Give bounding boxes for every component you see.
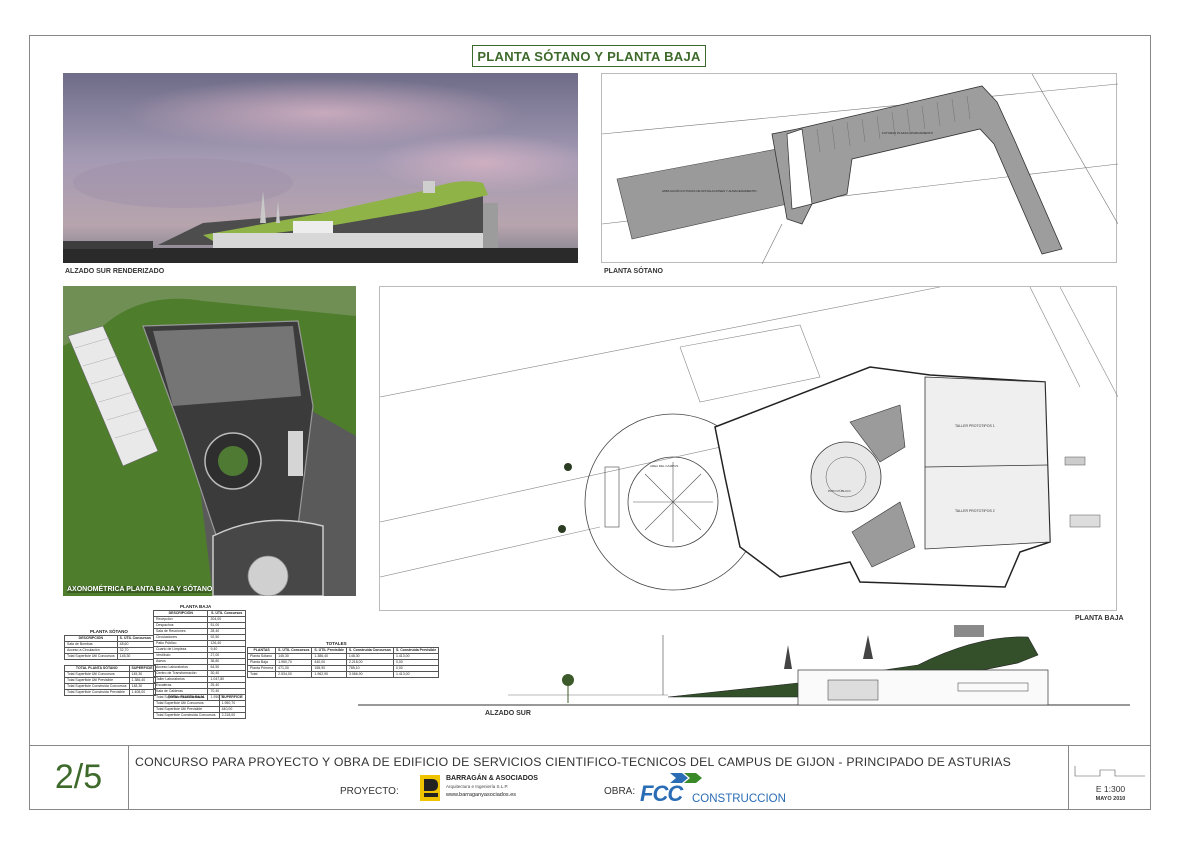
render-caption: ALZADO SUR RENDERIZADO xyxy=(65,268,165,275)
architect-url: www.barraganyasociados.es xyxy=(446,792,517,798)
basement-area-label: AMPLIACIÓN FUTURAS DE INSTALACIONES Y AL… xyxy=(662,188,757,193)
lab2-label: TALLER PROTOTIPOS 2 xyxy=(955,509,995,513)
cell: 145,30 xyxy=(116,653,154,660)
cell: Total Superficie Construida Previsible xyxy=(64,689,130,696)
header-cell: S. ÚTIL Previsible xyxy=(311,647,347,654)
contest-title: CONCURSO PARA PROYECTO Y OBRA DE EDIFICI… xyxy=(135,755,1012,769)
scale-text: E 1:300 xyxy=(1095,784,1126,794)
proyecto-label: PROYECTO: xyxy=(340,786,399,797)
header-cell: S. ÚTIL Concursos xyxy=(207,610,246,617)
ground-caption: PLANTA BAJA xyxy=(1075,615,1124,622)
patio-label: PATIO PÚBLICO xyxy=(828,488,851,493)
basement-parking-label: FUTURAS PLAZAS APARCAMIENTO xyxy=(882,131,934,135)
sotano-totals-table: TOTAL PLANTA SÓTANO SUPERFICIE Total Supe… xyxy=(64,665,156,696)
baja-totals-table: TOTAL PLANTA BAJA SUPERFICIE Total Superf… xyxy=(153,694,247,719)
architect-sub: Arquitectura e Ingeniería S.L.P. xyxy=(446,784,509,789)
header-cell: S. ÚTIL Concursos xyxy=(275,647,313,654)
ground-floor-drawing: TALLER PROTOTIPOS 1 TALLER PROTOTIPOS 2 … xyxy=(379,286,1119,591)
obra-label: OBRA: xyxy=(604,786,636,797)
baja-table: DESCRIPCIÓN S. ÚTIL Concursos Recepción 20… xyxy=(152,610,246,701)
ground-floor-plan: TALLER PROTOTIPOS 1 TALLER PROTOTIPOS 2 … xyxy=(379,286,1119,611)
cell: Planta Sótano xyxy=(246,653,277,660)
render-image xyxy=(63,73,578,263)
architect-logo-icon xyxy=(420,775,440,801)
axonometric-image: AXONOMÉTRICA PLANTA BAJA Y SÓTANO xyxy=(63,286,356,596)
cell: 2.534,00 xyxy=(275,671,313,678)
cell: Total Superficie Construida Concursos xyxy=(64,683,130,690)
cell: Planta Primera xyxy=(246,665,277,672)
sotano-table: DESCRIPCIÓN S. ÚTIL Concursos Sala de Bom… xyxy=(64,635,154,660)
sheet-title: PLANTA SÓTANO Y PLANTA BAJA xyxy=(472,45,706,67)
basement-caption: PLANTA SÓTANO xyxy=(604,268,663,275)
render-illustration xyxy=(63,73,578,263)
architect-logo: BARRAGÁN & ASOCIADOS Arquitectura e Inge… xyxy=(420,775,540,805)
header-cell: SUPERFICIE xyxy=(128,665,156,672)
cell: 1.962,90 xyxy=(311,671,347,678)
date-text: MAYO 2010 xyxy=(1095,796,1126,802)
lab1-label: TALLER PROTOTIPOS 1 xyxy=(955,424,995,428)
axo-caption: AXONOMÉTRICA PLANTA BAJA Y SÓTANO xyxy=(67,586,213,593)
builder-logo: FCC CONSTRUCCION xyxy=(640,771,790,807)
cell: Total Superficie Construida Concursos xyxy=(153,712,220,719)
south-elevation xyxy=(358,625,1130,715)
scale-bar-icon xyxy=(1074,766,1145,777)
baja-table-title: PLANTA BAJA xyxy=(180,604,212,609)
cell: Total xyxy=(246,671,277,678)
axonometric-illustration xyxy=(63,286,356,596)
plaza-label: AREA DEL CAMPUS xyxy=(650,464,678,468)
scale-block: E 1:300 MAYO 2010 xyxy=(1068,745,1151,810)
elevation-caption: ALZADO SUR xyxy=(485,710,531,717)
builder-name: CONSTRUCCION xyxy=(692,793,786,805)
sheet-number: 2/5 xyxy=(29,745,129,810)
basement-drawing: AMPLIACIÓN FUTURAS DE INSTALACIONES Y AL… xyxy=(601,73,1119,265)
totales-table-title: TOTALES xyxy=(326,641,347,646)
header-cell: SUPERFICIE xyxy=(218,694,247,701)
elevation-drawing xyxy=(358,625,1130,706)
builder-logo-text: FCC xyxy=(640,781,683,806)
cell: Total Superficie Útil Concursos xyxy=(64,653,118,660)
sotano-table-title: PLANTA SÓTANO xyxy=(90,629,128,634)
architect-name: BARRAGÁN & ASOCIADOS xyxy=(446,775,538,782)
cell: 2.218,00 xyxy=(218,712,247,719)
basement-plan: AMPLIACIÓN FUTURAS DE INSTALACIONES Y AL… xyxy=(601,73,1119,265)
header-cell: S. ÚTIL Concursos xyxy=(116,635,154,642)
cell: 1.408,00 xyxy=(128,689,156,696)
